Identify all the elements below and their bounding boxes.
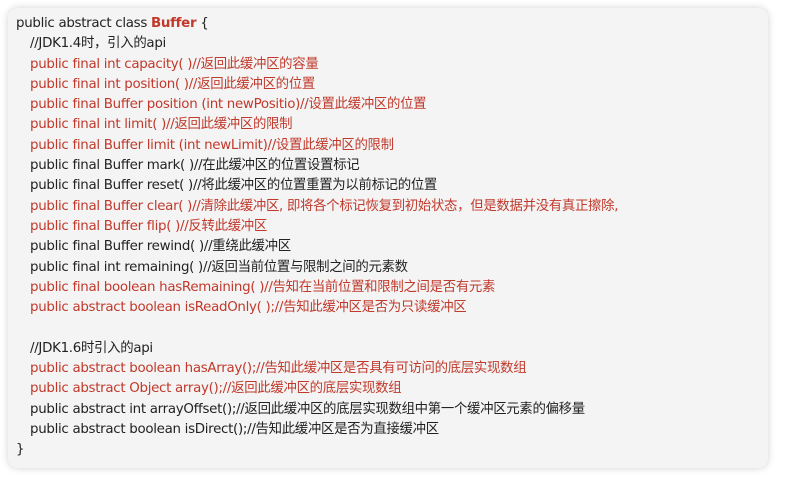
open-brace: { — [196, 16, 209, 31]
class-declaration-prefix: public abstract class — [16, 16, 151, 31]
code-line: public final Buffer rewind( )//重绕此缓冲区 — [30, 239, 291, 255]
code-line: public final Buffer mark( )//在此缓冲区的位置设置标… — [30, 158, 360, 174]
section2-lines: public abstract boolean hasArray();//告知此… — [16, 359, 776, 440]
class-name: Buffer — [150, 16, 197, 31]
code-line: public abstract boolean isDirect();//告知此… — [30, 421, 439, 437]
code-line: public final Buffer reset( )//将此缓冲区的位置重置… — [30, 178, 438, 194]
code-line: public abstract boolean hasArray();//告知此… — [30, 361, 527, 377]
code-line: public final int position( )//返回此缓冲区的位置 — [30, 76, 315, 92]
code-line: public final int capacity( )//返回此缓冲区的容量 — [30, 56, 319, 72]
code-line: public final Buffer clear( )//清除此缓冲区, 即将… — [30, 198, 619, 214]
code-line: public abstract int arrayOffset();//返回此缓… — [30, 401, 585, 417]
code-line: public final Buffer flip( )//反转此缓冲区 — [30, 218, 267, 234]
class-declaration: public abstract class Buffer { — [16, 14, 776, 34]
code-line: public final Buffer limit (int newLimit)… — [30, 137, 394, 153]
code-line: public final int limit( )//返回此缓冲区的限制 — [30, 117, 293, 133]
section1-lines: public final int capacity( )//返回此缓冲区的容量 p… — [16, 55, 776, 319]
code-line: public final boolean hasRemaining( )//告知… — [30, 279, 496, 295]
section1-comment: //JDK1.4时，引入的api — [30, 36, 166, 52]
code-line: public abstract Object array();//返回此缓冲区的… — [30, 381, 402, 397]
code-line: public abstract boolean isReadOnly( );//… — [30, 300, 467, 316]
code-line: public final Buffer position (int newPos… — [30, 97, 427, 113]
section2-comment: //JDK1.6时引入的api — [30, 340, 153, 356]
code-line: public final int remaining( )//返回当前位置与限制… — [30, 259, 408, 275]
close-brace: } — [16, 442, 25, 458]
code-block: public abstract class Buffer { //JDK1.4时… — [16, 14, 776, 461]
